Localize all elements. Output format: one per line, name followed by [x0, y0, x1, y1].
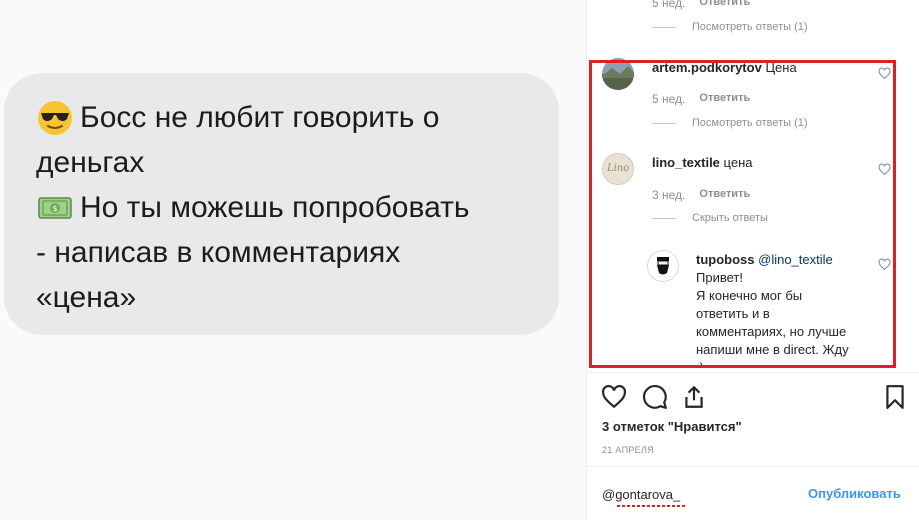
comment-text: lino_textile цена: [652, 154, 753, 172]
comment-icon[interactable]: [642, 384, 668, 410]
reply-line-4: комментариях, но лучше: [696, 324, 847, 339]
reply-button[interactable]: Ответить: [699, 188, 750, 202]
bubble-line-1: Босс не любит говорить о: [36, 95, 559, 140]
message-bubble: Босс не любит говорить о деньгах $ Но ты…: [4, 73, 559, 335]
bubble-line-2: деньгах: [36, 140, 559, 185]
comment-time: 3 нед.: [652, 188, 686, 202]
bubble-text-5: «цена»: [36, 281, 137, 314]
money-emoji-icon: $: [38, 196, 72, 219]
avatar[interactable]: [602, 58, 634, 90]
reply-line-1: Привет!: [696, 270, 743, 285]
reply-line-2: Я конечно мог бы: [696, 288, 803, 303]
likes-count[interactable]: 3 отметок "Нравится": [602, 419, 742, 434]
spellcheck-underline: [617, 505, 685, 507]
bubble-text-2: деньгах: [36, 146, 145, 179]
heart-icon[interactable]: [878, 258, 891, 271]
reply-dash: [652, 26, 676, 28]
reply-text: tupoboss @lino_textile Привет! Я конечно…: [696, 251, 871, 367]
view-replies-label: Посмотреть ответы (1): [692, 21, 808, 33]
avatar[interactable]: [647, 250, 679, 282]
comment-body: цена: [723, 155, 753, 170]
bearded-man-icon: [657, 257, 669, 275]
comment-username[interactable]: tupoboss: [696, 252, 755, 267]
bookmark-icon[interactable]: [882, 384, 908, 410]
bubble-line-3: $ Но ты можешь попробовать: [36, 185, 559, 230]
bubble-line-4: - написав в комментариях: [36, 230, 559, 275]
reply-button[interactable]: Ответить: [699, 92, 750, 106]
reply-line-5: напиши мне в direct. Жду: [696, 342, 849, 357]
comment-time: 5 нед.: [652, 92, 686, 106]
bubble-text-1: Босс не любит говорить о: [80, 101, 440, 134]
svg-text:$: $: [52, 204, 57, 213]
post-date: 21 АПРЕЛЯ: [602, 445, 654, 455]
reply-button[interactable]: Ответить: [699, 0, 750, 10]
avatar-logo-text: Lino: [607, 163, 630, 174]
sunglasses-emoji-icon: [38, 100, 72, 135]
heart-icon[interactable]: [878, 67, 891, 80]
comment-username[interactable]: artem.podkorytov: [652, 60, 762, 75]
reply-dash: [652, 217, 676, 219]
comment-meta: 5 нед. Ответить: [652, 92, 750, 106]
avatar[interactable]: Lino: [602, 153, 634, 185]
heart-icon[interactable]: [601, 384, 627, 410]
mention-link[interactable]: @lino_textile: [758, 252, 833, 267]
comment-text: artem.podkorytov Цена: [652, 59, 797, 77]
view-replies-label: Посмотреть ответы (1): [692, 117, 808, 129]
comment-meta: 3 нед. Ответить: [652, 188, 750, 202]
view-replies-link[interactable]: Посмотреть ответы (1): [652, 117, 808, 129]
divider: [586, 372, 919, 373]
comment-time: 5 нед.: [652, 0, 686, 10]
reply-line-3: ответить и в: [696, 306, 770, 321]
comment-body: Цена: [765, 60, 797, 75]
divider: [586, 466, 919, 467]
reply-line-6: :): [696, 359, 871, 367]
comment-meta-top: 5 нед. Ответить: [652, 0, 750, 10]
post-image: Босс не любит говорить о деньгах $ Но ты…: [0, 0, 586, 520]
hide-replies-label: Скрыть ответы: [692, 212, 768, 224]
bubble-line-5: «цена»: [36, 275, 559, 320]
reply-dash: [652, 122, 676, 124]
share-icon[interactable]: [681, 384, 707, 410]
comment-input[interactable]: [602, 487, 802, 502]
bubble-text-4: - написав в комментариях: [36, 236, 401, 269]
heart-icon[interactable]: [878, 163, 891, 176]
comment-username[interactable]: lino_textile: [652, 155, 720, 170]
publish-button[interactable]: Опубликовать: [808, 486, 901, 501]
view-replies-link[interactable]: Посмотреть ответы (1): [652, 21, 808, 33]
bubble-text-3: Но ты можешь попробовать: [80, 191, 470, 224]
hide-replies-link[interactable]: Скрыть ответы: [652, 212, 768, 224]
